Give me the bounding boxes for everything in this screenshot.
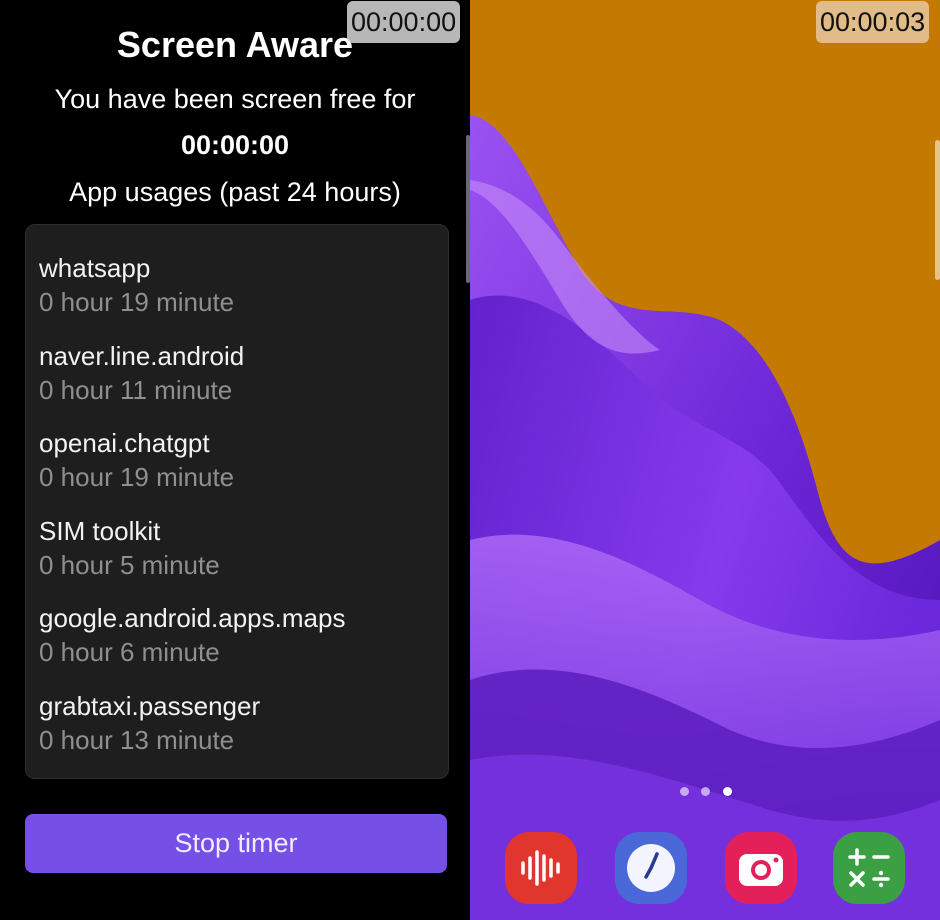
usage-item[interactable]: grabtaxi.passenger 0 hour 13 minute <box>39 689 438 777</box>
usage-item-time: 0 hour 11 minute <box>39 374 233 405</box>
left-recording-timer: 00:00:00 <box>347 1 461 43</box>
voice-recorder-icon[interactable] <box>505 832 577 904</box>
usage-item-name: whatsapp <box>39 253 151 283</box>
page-dot-active <box>723 787 732 796</box>
wallpaper <box>470 0 940 920</box>
usage-item[interactable]: whatsapp 0 hour 19 minute <box>39 251 438 339</box>
usage-item-time: 0 hour 5 minute <box>39 549 220 580</box>
usage-item[interactable]: naver.line.android 0 hour 11 minute <box>39 339 438 427</box>
usage-item-time: 0 hour 19 minute <box>39 287 235 317</box>
stop-timer-button[interactable]: Stop timer <box>25 814 447 873</box>
right-recording-timer: 00:00:03 <box>816 1 930 43</box>
usage-item-name: naver.line.android <box>39 340 245 371</box>
usage-list-card[interactable]: ▔ ▔▔▔ ▔▔ ▔▔▔▔▔▔ whatsapp 0 hour 19 minut… <box>25 224 449 779</box>
usage-item-name: google.android.apps.maps <box>39 603 346 633</box>
camera-icon[interactable] <box>725 832 797 904</box>
usage-item-time: 0 hour 13 minute <box>39 724 235 755</box>
split-screen: Screen Aware You have been screen free f… <box>0 0 940 920</box>
usage-item[interactable]: openai.chatgpt 0 hour 19 minute <box>39 426 438 514</box>
screen-free-label: You have been screen free for <box>54 84 416 114</box>
usage-item-time: 0 hour 6 minute <box>39 637 220 667</box>
usage-item-time: 0 hour 19 minute <box>39 462 235 492</box>
screen-aware-app: Screen Aware You have been screen free f… <box>0 0 470 920</box>
page-dot <box>680 787 689 796</box>
scrolled-row-fragment: ▔ ▔▔▔ ▔▔ ▔▔▔▔▔▔ <box>39 225 301 238</box>
calculator-icon[interactable] <box>833 832 905 904</box>
screen-free-timer: 00:00:00 <box>180 130 290 160</box>
usage-list: whatsapp 0 hour 19 minute naver.line.and… <box>39 251 438 776</box>
usage-item-name: SIM toolkit <box>39 515 161 546</box>
home-screen <box>470 0 940 920</box>
usage-item[interactable]: google.android.apps.maps 0 hour 6 minute <box>39 601 438 689</box>
usage-item-name: grabtaxi.passenger <box>39 690 261 721</box>
page-indicator <box>675 787 735 799</box>
clock-icon[interactable] <box>615 832 687 904</box>
edge-panel-handle[interactable] <box>935 140 940 280</box>
usage-heading: App usages (past 24 hours) <box>69 177 401 207</box>
usage-item[interactable]: SIM toolkit 0 hour 5 minute <box>39 514 438 602</box>
page-dot <box>701 787 710 796</box>
usage-item-name: openai.chatgpt <box>39 428 210 458</box>
